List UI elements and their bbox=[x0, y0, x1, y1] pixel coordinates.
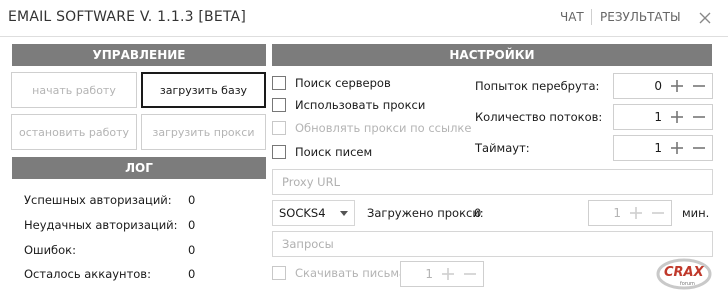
mail-search-label: Поиск писем bbox=[295, 145, 373, 159]
update-proxy-label: Обновлять прокси по ссылке bbox=[295, 121, 472, 135]
queries-input[interactable] bbox=[272, 231, 713, 257]
mail-search-option[interactable]: Поиск писем bbox=[272, 145, 372, 159]
proxies-loaded-value: 0 bbox=[474, 206, 482, 220]
nav-chat-link[interactable]: ЧАТ bbox=[560, 10, 584, 24]
minutes-stepper[interactable]: 1 bbox=[588, 200, 672, 226]
mail-search-checkbox[interactable] bbox=[272, 145, 286, 159]
remaining-accounts-label: Осталось аккаунтов: bbox=[24, 267, 151, 281]
crax-logo: CRAX forum bbox=[654, 256, 714, 292]
update-proxy-checkbox[interactable] bbox=[272, 121, 286, 135]
proxies-loaded-label: Загружено прокси: bbox=[367, 206, 484, 220]
log-header: ЛОГ bbox=[12, 157, 266, 179]
use-proxy-option[interactable]: Использовать прокси bbox=[272, 98, 425, 112]
server-search-checkbox[interactable] bbox=[272, 76, 286, 90]
control-header: УПРАВЛЕНИЕ bbox=[12, 44, 266, 66]
timeout-label: Таймаут: bbox=[475, 141, 530, 155]
server-search-label: Поиск серверов bbox=[295, 76, 391, 90]
update-proxy-option[interactable]: Обновлять прокси по ссылке bbox=[272, 121, 471, 135]
title-bar: EMAIL SOFTWARE V. 1.1.3 [BETA] ЧАТ РЕЗУЛ… bbox=[0, 0, 728, 37]
remaining-accounts-value: 0 bbox=[188, 267, 196, 281]
download-letters-stepper[interactable]: 1 bbox=[400, 261, 484, 287]
threads-stepper[interactable]: 1 bbox=[613, 104, 713, 130]
load-proxy-button[interactable]: загрузить прокси bbox=[141, 114, 266, 150]
minus-icon[interactable] bbox=[650, 205, 666, 221]
timeout-value[interactable]: 1 bbox=[654, 141, 662, 155]
minutes-unit: мин. bbox=[682, 206, 710, 220]
use-proxy-checkbox[interactable] bbox=[272, 98, 286, 112]
failed-auth-label: Неудачных авторизаций: bbox=[24, 218, 178, 232]
download-letters-option[interactable]: Скачивать письма bbox=[272, 266, 406, 280]
timeout-stepper[interactable]: 1 bbox=[613, 135, 713, 161]
threads-value[interactable]: 1 bbox=[654, 110, 662, 124]
svg-text:CRAX: CRAX bbox=[664, 265, 705, 280]
stop-button[interactable]: остановить работу bbox=[11, 114, 137, 150]
settings-header: НАСТРОЙКИ bbox=[272, 44, 712, 66]
proxy-url-input[interactable] bbox=[272, 169, 713, 195]
plus-icon[interactable] bbox=[440, 266, 456, 282]
minus-icon[interactable] bbox=[691, 78, 707, 94]
retries-label: Попыток перебрута: bbox=[475, 79, 600, 93]
retries-value[interactable]: 0 bbox=[654, 79, 662, 93]
svg-text:forum: forum bbox=[680, 281, 695, 287]
plus-icon[interactable] bbox=[628, 205, 644, 221]
minus-icon[interactable] bbox=[691, 140, 707, 156]
download-letters-label: Скачивать письма bbox=[295, 266, 407, 280]
plus-icon[interactable] bbox=[669, 140, 685, 156]
start-button[interactable]: начать работу bbox=[11, 72, 137, 108]
failed-auth-value: 0 bbox=[188, 218, 196, 232]
download-letters-checkbox[interactable] bbox=[272, 266, 286, 280]
proxy-type-value: SOCKS4 bbox=[279, 206, 326, 220]
nav-results-link[interactable]: РЕЗУЛЬТАТЫ bbox=[600, 10, 681, 24]
minus-icon[interactable] bbox=[462, 266, 478, 282]
download-letters-value[interactable]: 1 bbox=[425, 267, 433, 281]
minus-icon[interactable] bbox=[691, 109, 707, 125]
retries-stepper[interactable]: 0 bbox=[613, 73, 713, 99]
nav-divider bbox=[591, 9, 592, 25]
success-auth-label: Успешных авторизаций: bbox=[24, 193, 172, 207]
server-search-option[interactable]: Поиск серверов bbox=[272, 76, 391, 90]
app-title: EMAIL SOFTWARE V. 1.1.3 [BETA] bbox=[8, 9, 246, 25]
errors-label: Ошибок: bbox=[24, 243, 76, 257]
chevron-down-icon bbox=[340, 211, 348, 216]
proxy-type-select[interactable]: SOCKS4 bbox=[272, 200, 355, 226]
threads-label: Количество потоков: bbox=[475, 110, 603, 124]
plus-icon[interactable] bbox=[669, 109, 685, 125]
errors-value: 0 bbox=[188, 243, 196, 257]
use-proxy-label: Использовать прокси bbox=[295, 98, 426, 112]
close-icon[interactable] bbox=[695, 8, 715, 28]
success-auth-value: 0 bbox=[188, 193, 196, 207]
plus-icon[interactable] bbox=[669, 78, 685, 94]
minutes-value[interactable]: 1 bbox=[613, 206, 621, 220]
load-base-button[interactable]: загрузить базу bbox=[141, 72, 266, 108]
